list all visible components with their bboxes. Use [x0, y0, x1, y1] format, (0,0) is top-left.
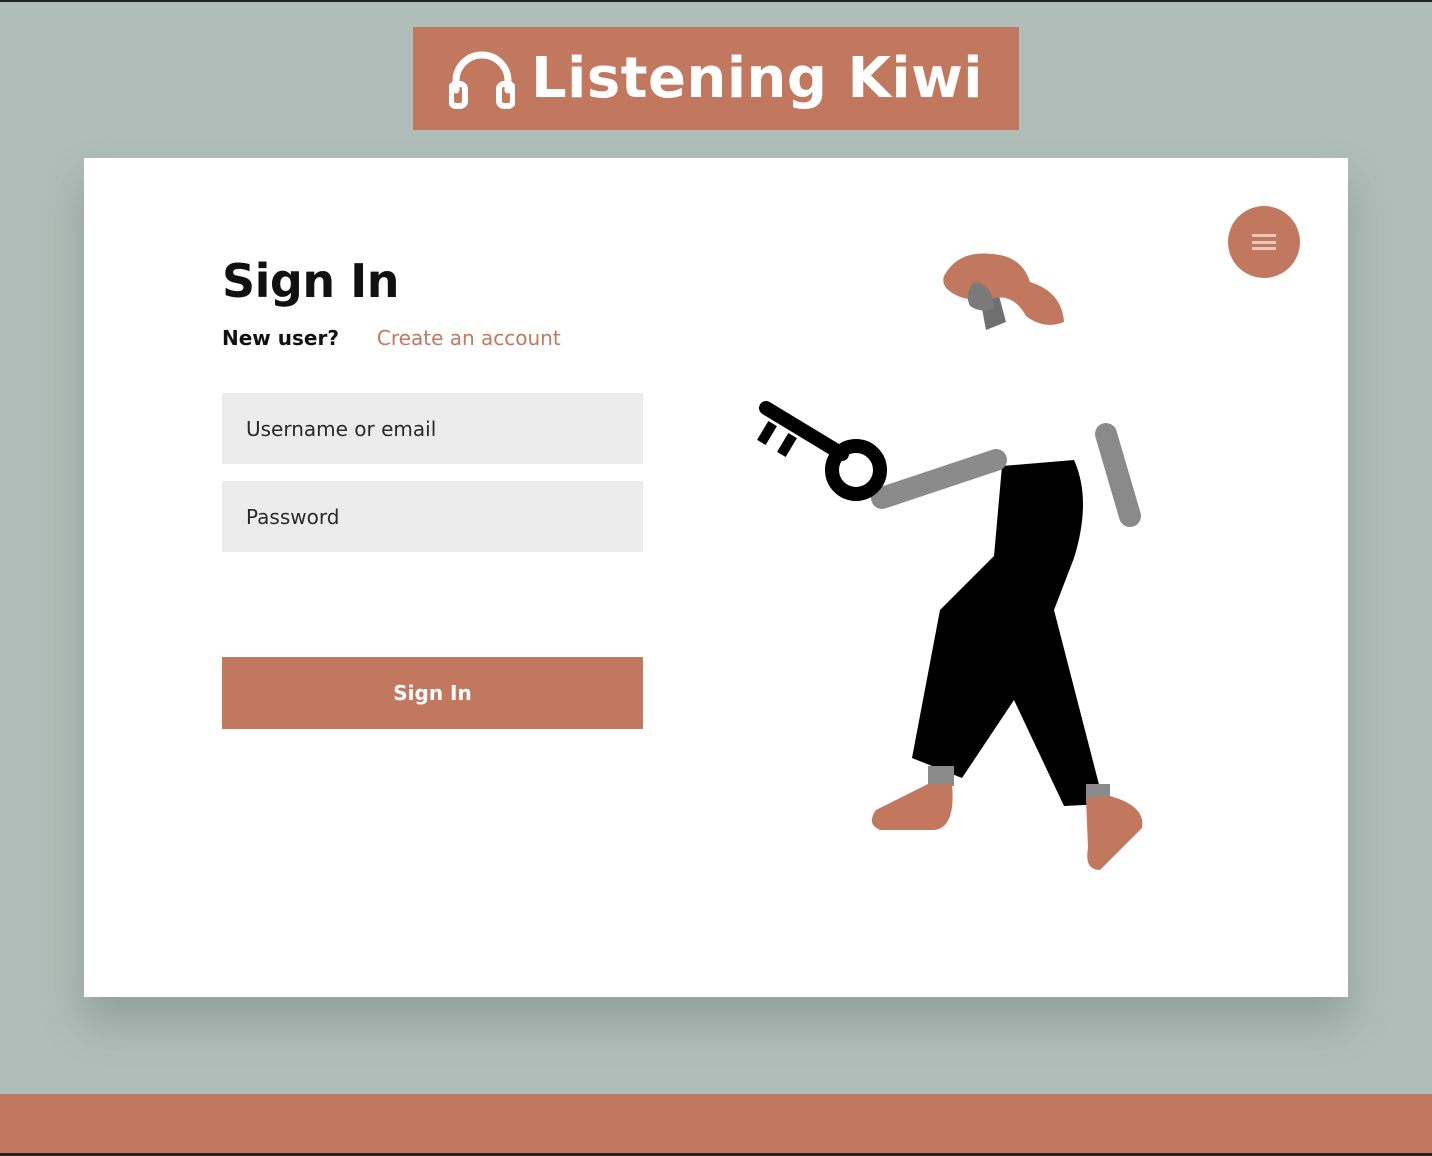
username-field[interactable]	[222, 393, 643, 464]
new-user-row: New user? Create an account	[222, 328, 644, 348]
signin-form: Sign In New user? Create an account Sign…	[222, 258, 644, 729]
person-holding-key-illustration	[757, 253, 1143, 870]
menu-button[interactable]	[1228, 206, 1300, 278]
headphones-icon	[449, 51, 515, 109]
page-title: Sign In	[222, 254, 399, 308]
menu-icon	[1252, 234, 1276, 250]
top-border	[0, 0, 1432, 2]
create-account-link[interactable]: Create an account	[377, 328, 561, 348]
sign-in-button[interactable]: Sign In	[222, 657, 643, 729]
signin-card: Sign In New user? Create an account Sign…	[84, 158, 1348, 997]
brand-banner: Listening Kiwi	[413, 27, 1019, 130]
footer-bar	[0, 1094, 1432, 1153]
password-field[interactable]	[222, 481, 643, 552]
new-user-label: New user?	[222, 326, 339, 350]
brand-name: Listening Kiwi	[531, 45, 983, 111]
